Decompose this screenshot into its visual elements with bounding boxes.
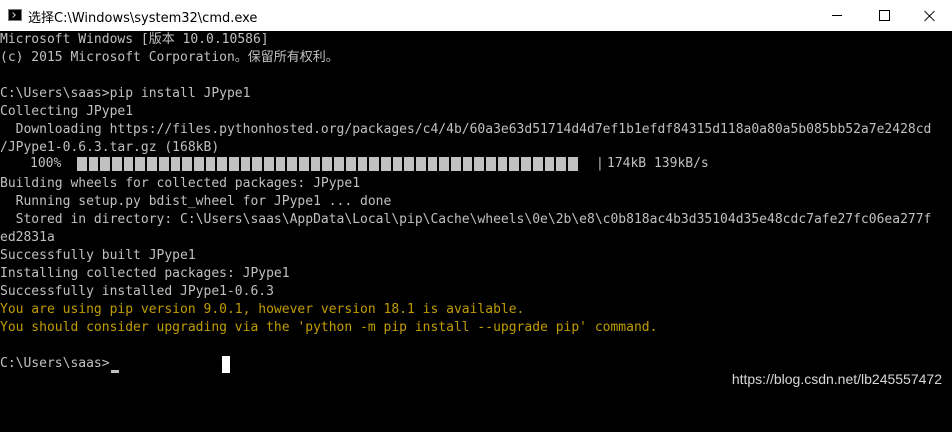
progress-block [415, 157, 426, 171]
console-line: C:\Users\saas>pip install JPype1 [0, 86, 251, 101]
progress-block [264, 157, 274, 171]
console-line: Building wheels for collected packages: … [0, 176, 361, 191]
minimize-button[interactable] [814, 0, 860, 31]
progress-block [147, 157, 157, 171]
progress-block [123, 157, 134, 171]
progress-block [322, 157, 333, 171]
console-line: Microsoft Windows [版本 10.0.10586] [0, 32, 269, 47]
progress-block [521, 157, 531, 171]
progress-block [217, 157, 227, 171]
progress-block [497, 157, 508, 171]
progress-separator: | [596, 156, 604, 171]
progress-percent: 100% [30, 156, 62, 171]
progress-block [474, 157, 485, 171]
progress-block [135, 157, 146, 171]
progress-block [427, 157, 438, 171]
progress-block [275, 157, 286, 171]
maximize-button[interactable] [861, 0, 907, 31]
progress-block [299, 157, 309, 171]
close-icon [924, 10, 936, 22]
maximize-icon [878, 10, 890, 21]
progress-block [532, 157, 543, 171]
progress-block [240, 157, 251, 171]
progress-block [369, 157, 379, 171]
progress-bar [77, 157, 593, 171]
console-prompt[interactable]: C:\Users\saas> [0, 355, 110, 373]
progress-block [556, 157, 566, 171]
progress-block [509, 157, 520, 171]
progress-block [205, 157, 216, 171]
progress-block [567, 157, 578, 171]
progress-block [100, 157, 111, 171]
cmd-icon[interactable] [8, 9, 22, 21]
console-line: Successfully built JPype1 [0, 248, 196, 263]
console-line: ed2831a [0, 230, 55, 245]
console-line: (c) 2015 Microsoft Corporation。保留所有权利。 [0, 50, 339, 65]
progress-block [88, 157, 99, 171]
progress-block [182, 157, 192, 171]
console-line: Stored in directory: C:\Users\saas\AppDa… [0, 212, 932, 227]
progress-block [380, 157, 391, 171]
progress-rate: 174kB 139kB/s [607, 156, 709, 171]
title-bar[interactable]: 选择C:\Windows\system32\cmd.exe [0, 0, 952, 31]
console-line: Successfully installed JPype1-0.6.3 [0, 284, 274, 299]
console-line: Running setup.py bdist_wheel for JPype1 … [0, 194, 392, 209]
progress-block [357, 157, 368, 171]
progress-block [439, 157, 449, 171]
console-warning-line: You should consider upgrading via the 'p… [0, 320, 658, 335]
progress-block [310, 157, 321, 171]
progress-block [486, 157, 496, 171]
minimize-icon [832, 15, 842, 16]
text-cursor [111, 370, 119, 373]
progress-block [404, 157, 414, 171]
progress-block [77, 157, 87, 171]
progress-block [112, 157, 122, 171]
progress-block [158, 157, 169, 171]
progress-block [228, 157, 239, 171]
progress-block [392, 157, 403, 171]
mouse-cursor-block [222, 356, 230, 373]
console-line: Downloading https://files.pythonhosted.o… [0, 122, 932, 137]
console-line: Collecting JPype1 [0, 104, 134, 119]
close-button[interactable] [907, 0, 952, 31]
progress-block [451, 157, 461, 171]
progress-block [193, 157, 204, 171]
progress-block [287, 157, 298, 171]
progress-block [345, 157, 356, 171]
window-title: 选择C:\Windows\system32\cmd.exe [28, 11, 258, 26]
progress-block [170, 157, 181, 171]
console-warning-line: You are using pip version 9.0.1, however… [0, 302, 525, 317]
console-line: Installing collected packages: JPype1 [0, 266, 290, 281]
progress-block [462, 157, 473, 171]
watermark: https://blog.csdn.net/lb245557472 [731, 371, 942, 387]
progress-block [334, 157, 344, 171]
progress-block [252, 157, 262, 171]
progress-block [544, 157, 555, 171]
